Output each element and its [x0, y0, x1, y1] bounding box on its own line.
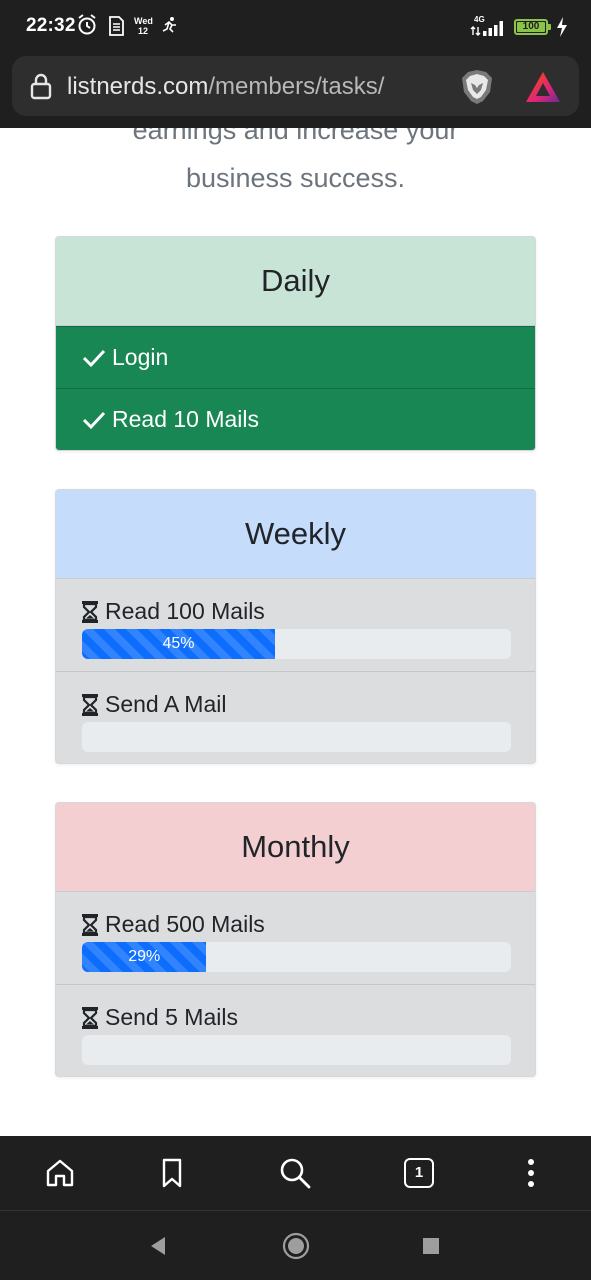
progress-track: 29% — [82, 942, 511, 972]
task-title: Send A Mail — [81, 691, 226, 718]
calendar-day: Wed 12 — [134, 16, 153, 36]
hourglass-icon — [82, 600, 98, 623]
monthly-task-send-mails: Send 5 Mails — [56, 984, 535, 1076]
task-title: Send 5 Mails — [81, 1004, 238, 1031]
browser-toolbar: 1 — [0, 1136, 591, 1210]
monthly-card-title: Monthly — [56, 803, 535, 892]
bookmarks-button[interactable] — [154, 1155, 190, 1191]
home-icon — [46, 1159, 74, 1187]
daily-tasks-card: Daily Login Read 10 Mails — [55, 236, 536, 451]
search-icon — [280, 1158, 311, 1189]
lock-icon[interactable] — [30, 72, 52, 100]
system-navigation-bar — [0, 1210, 591, 1280]
back-icon — [151, 1237, 165, 1255]
task-label: Read 10 Mails — [112, 406, 260, 432]
progress-bar: 45% — [82, 629, 276, 659]
url-text[interactable]: listnerds.com/members/tasks/ — [67, 73, 384, 101]
day-name: Wed — [134, 16, 153, 26]
tabs-button[interactable]: 1 — [401, 1155, 437, 1191]
search-button[interactable] — [277, 1155, 313, 1191]
daily-card-title: Daily — [56, 237, 535, 326]
task-label: Send 5 Mails — [105, 1004, 238, 1030]
task-label: Send A Mail — [105, 691, 227, 717]
alarm-icon — [78, 14, 96, 35]
monthly-tasks-card: Monthly Read 500 Mails 29% Send 5 Mails — [55, 802, 536, 1077]
task-title: Read 500 Mails — [81, 911, 265, 938]
daily-task-login: Login — [56, 326, 535, 388]
status-bar: 22:32 Wed 12 4G 100 — [0, 0, 591, 54]
task-label: Login — [112, 344, 169, 370]
url-field[interactable]: listnerds.com/members/tasks/ — [12, 56, 579, 116]
check-icon — [82, 411, 106, 429]
progress-bar: 29% — [82, 942, 207, 972]
weekly-card-title: Weekly — [56, 490, 535, 579]
bookmark-icon — [162, 1158, 182, 1188]
weekly-task-send-mail: Send A Mail — [56, 671, 535, 763]
brave-rewards-icon[interactable] — [524, 70, 562, 104]
day-number: 12 — [137, 26, 148, 36]
intro-line: business success. — [185, 163, 406, 193]
hourglass-icon — [82, 913, 98, 936]
home-nav-button[interactable] — [281, 1231, 311, 1261]
hourglass-icon — [82, 1006, 98, 1029]
url-path: /members/tasks/ — [208, 73, 385, 100]
monthly-task-read-mails: Read 500 Mails 29% — [56, 892, 535, 984]
battery-icon: 100 — [514, 19, 548, 35]
activity-icon — [162, 17, 176, 33]
weekly-tasks-card: Weekly Read 100 Mails 45% Send A Mail — [55, 489, 536, 764]
progress-track — [82, 722, 511, 752]
daily-task-read-mails: Read 10 Mails — [56, 388, 535, 450]
weekly-task-read-mails: Read 100 Mails 45% — [56, 579, 535, 671]
url-domain: listnerds.com — [67, 73, 209, 100]
battery-level: 100 — [517, 22, 545, 32]
progress-track: 45% — [82, 629, 511, 659]
task-label: Read 500 Mails — [105, 911, 265, 937]
sim-icon — [109, 16, 124, 36]
home-icon — [282, 1232, 310, 1260]
progress-track — [82, 1035, 511, 1065]
intro-text: earnings and increase your business succ… — [0, 128, 591, 202]
task-label: Read 100 Mails — [105, 598, 265, 624]
browser-address-bar: listnerds.com/members/tasks/ — [0, 54, 591, 128]
recents-icon — [423, 1238, 439, 1254]
battery-tip — [548, 24, 551, 30]
status-time: 22:32 — [26, 15, 76, 36]
check-icon — [82, 349, 106, 367]
home-button[interactable] — [42, 1155, 78, 1191]
back-button[interactable] — [143, 1231, 173, 1261]
signal-icon — [470, 21, 503, 36]
page-content: earnings and increase your business succ… — [0, 128, 591, 1136]
menu-button[interactable] — [513, 1155, 549, 1191]
brave-shields-icon[interactable] — [459, 68, 495, 106]
charging-icon — [557, 17, 567, 37]
hourglass-icon — [82, 693, 98, 716]
tabs-icon: 1 — [404, 1158, 434, 1188]
recents-button[interactable] — [416, 1231, 446, 1261]
intro-fragment: earnings and increase your — [132, 128, 459, 145]
task-title: Read 100 Mails — [81, 598, 265, 625]
menu-icon — [528, 1159, 534, 1187]
